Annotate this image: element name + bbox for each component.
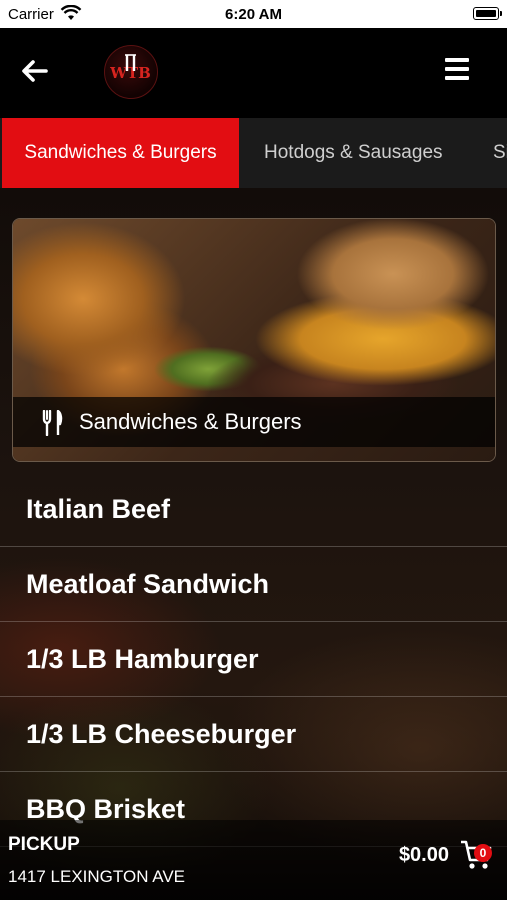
fork-knife-icon xyxy=(42,410,63,436)
clock: 6:20 AM xyxy=(225,6,282,23)
nav-bar: WTB xyxy=(0,28,507,116)
category-banner: Sandwiches & Burgers xyxy=(12,218,496,462)
tab-sides-partial[interactable]: Si xyxy=(493,118,507,188)
pickup-address[interactable]: 1417 LEXINGTON AVE xyxy=(8,867,185,887)
battery-icon xyxy=(473,7,502,20)
menu-item-list: Italian Beef Meatloaf Sandwich 1/3 LB Ha… xyxy=(0,472,507,847)
pickup-label[interactable]: PICKUP xyxy=(8,834,80,856)
order-footer: PICKUP 1417 LEXINGTON AVE $0.00 0 xyxy=(0,820,507,900)
logo-text: WTB xyxy=(109,64,151,82)
category-tabs: Sandwiches & Burgers Hotdogs & Sausages … xyxy=(0,118,507,188)
brand-logo: WTB xyxy=(104,45,158,99)
cart-total: $0.00 xyxy=(398,844,449,866)
tab-hotdogs-sausages[interactable]: Hotdogs & Sausages xyxy=(264,118,443,188)
menu-item[interactable]: Meatloaf Sandwich xyxy=(0,547,507,622)
menu-item[interactable]: 1/3 LB Cheeseburger xyxy=(0,697,507,772)
back-arrow-icon[interactable] xyxy=(18,54,52,88)
menu-item-name: Meatloaf Sandwich xyxy=(26,569,270,599)
status-bar: Carrier 6:20 AM xyxy=(0,0,507,28)
hamburger-menu-icon[interactable] xyxy=(445,58,469,82)
menu-item-name: 1/3 LB Hamburger xyxy=(26,644,259,674)
banner-caption: Sandwiches & Burgers xyxy=(13,397,495,447)
tab-sandwiches-burgers[interactable]: Sandwiches & Burgers xyxy=(2,118,239,188)
menu-item[interactable]: Italian Beef xyxy=(0,472,507,547)
menu-item-name: Italian Beef xyxy=(26,494,171,524)
menu-item-name: 1/3 LB Cheeseburger xyxy=(26,719,297,749)
menu-content: Sandwiches & Burgers Italian Beef Meatlo… xyxy=(0,188,507,900)
cart-count-badge: 0 xyxy=(474,844,492,862)
menu-item[interactable]: 1/3 LB Hamburger xyxy=(0,622,507,697)
logo-mark: WTB xyxy=(109,54,151,82)
banner-title: Sandwiches & Burgers xyxy=(79,409,302,434)
